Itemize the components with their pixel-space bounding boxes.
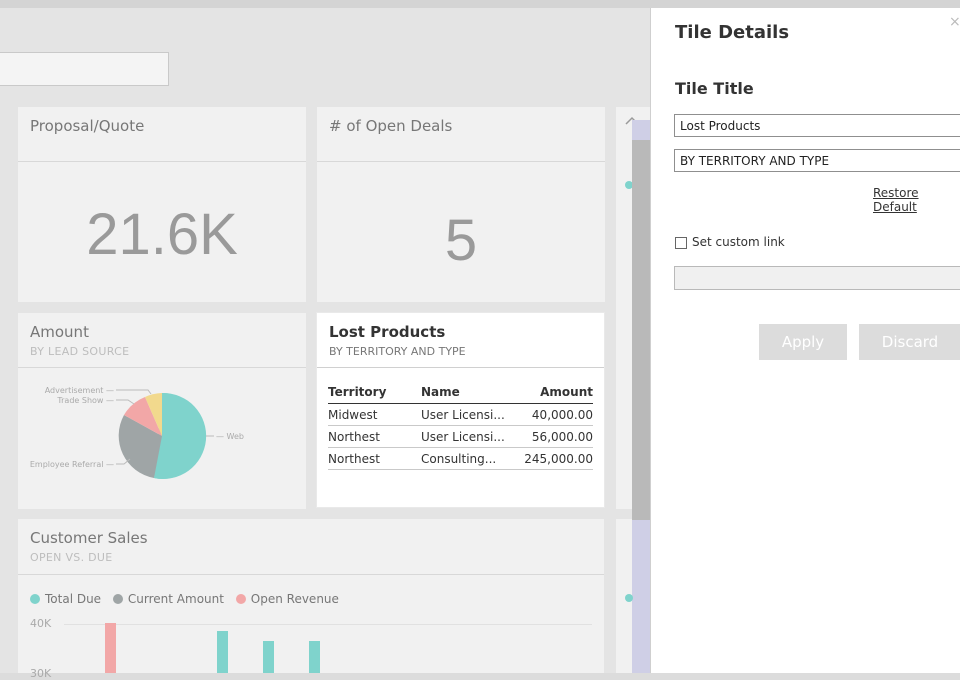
cell-amount: 40,000.00 [516, 403, 593, 426]
legend-dot [112, 594, 123, 604]
cell-amount: 56,000.00 [516, 425, 593, 448]
tile-divider [317, 161, 605, 162]
tile-title: Proposal/Quote [30, 117, 145, 135]
cell-name: Consulting... [421, 447, 516, 470]
chart-legend: Total Due Current Amount Open Revenue [30, 592, 339, 606]
scrollbar-thumb[interactable] [632, 140, 650, 520]
bar-total-due [217, 631, 228, 673]
panel-title: Tile Details [675, 22, 790, 43]
tile-title: Amount [30, 323, 89, 341]
tile-customer-sales[interactable]: Customer Sales OPEN VS. DUE Total Due Cu… [18, 519, 604, 680]
gridline [64, 624, 592, 625]
custom-link-checkbox[interactable] [675, 237, 687, 249]
apply-button[interactable]: Apply [759, 324, 847, 360]
legend-item-total-due: Total Due [30, 592, 101, 606]
tile-title-input[interactable] [674, 114, 960, 137]
lost-products-table: Territory Name Amount Midwest User Licen… [328, 385, 593, 470]
tile-divider [18, 367, 306, 368]
section-title: Tile Title [675, 79, 754, 98]
table-row: Northest User Licensi... 56,000.00 [328, 425, 593, 448]
cell-name: User Licensi... [421, 403, 516, 426]
cell-territory: Northest [328, 447, 421, 470]
tile-subtitle-input[interactable] [674, 149, 960, 172]
bar-total-due [309, 641, 320, 673]
tile-subtitle: BY TERRITORY AND TYPE [329, 345, 466, 358]
custom-link-input[interactable] [674, 266, 960, 290]
tile-lost-products[interactable]: Lost Products BY TERRITORY AND TYPE Terr… [317, 313, 604, 507]
pie-label-web: — Web [216, 432, 244, 441]
legend-dot [235, 594, 246, 604]
close-icon[interactable]: × [949, 14, 960, 30]
cell-amount: 245,000.00 [516, 447, 593, 470]
tile-divider [18, 574, 604, 575]
partial-legend-dot [625, 594, 633, 602]
pie-label-advertisement: Advertisement — [45, 386, 114, 395]
search-input[interactable] [0, 52, 169, 86]
tile-proposal-quote[interactable]: Proposal/Quote 21.6K [18, 107, 306, 302]
restore-default-link[interactable]: Restore Default [873, 186, 960, 214]
column-header-amount: Amount [516, 385, 593, 404]
bar-open-revenue [105, 623, 116, 673]
tile-details-panel: Tile Details × Tile Title Restore Defaul… [650, 8, 960, 673]
column-header-name: Name [421, 385, 516, 404]
pie-label-employee-referral: Employee Referral — [30, 460, 114, 469]
y-tick-30k: 30K [30, 667, 52, 680]
cell-territory: Midwest [328, 403, 421, 426]
legend-item-current-amount: Current Amount [112, 592, 224, 606]
bar-total-due [263, 641, 274, 673]
tile-open-deals[interactable]: # of Open Deals 5 [317, 107, 605, 302]
table-row: Midwest User Licensi... 40,000.00 [328, 403, 593, 426]
table-row: Northest Consulting... 245,000.00 [328, 447, 593, 470]
legend-dot [30, 594, 40, 604]
kpi-value: 21.6K [86, 202, 238, 267]
kpi-value: 5 [444, 208, 478, 273]
tile-divider [317, 367, 604, 368]
pie-label-trade-show: Trade Show — [56, 396, 114, 405]
y-tick-40k: 40K [30, 617, 52, 630]
table-header-row: Territory Name Amount [328, 385, 593, 404]
tile-amount[interactable]: Amount BY LEAD SOURCE Advertisement — Tr… [18, 313, 306, 509]
pie-chart: Advertisement — Trade Show — — Web Emplo… [30, 386, 244, 479]
tile-subtitle: OPEN VS. DUE [30, 551, 113, 564]
cell-territory: Northest [328, 425, 421, 448]
cell-name: User Licensi... [421, 425, 516, 448]
legend-item-open-revenue: Open Revenue [235, 592, 339, 606]
tile-subtitle: BY LEAD SOURCE [30, 345, 130, 358]
tile-divider [18, 161, 306, 162]
tile-title: # of Open Deals [329, 117, 453, 135]
tile-title: Lost Products [329, 323, 446, 341]
column-header-territory: Territory [328, 385, 421, 404]
tile-title: Customer Sales [30, 529, 148, 547]
custom-link-label: Set custom link [692, 235, 785, 249]
discard-button[interactable]: Discard [859, 324, 960, 360]
